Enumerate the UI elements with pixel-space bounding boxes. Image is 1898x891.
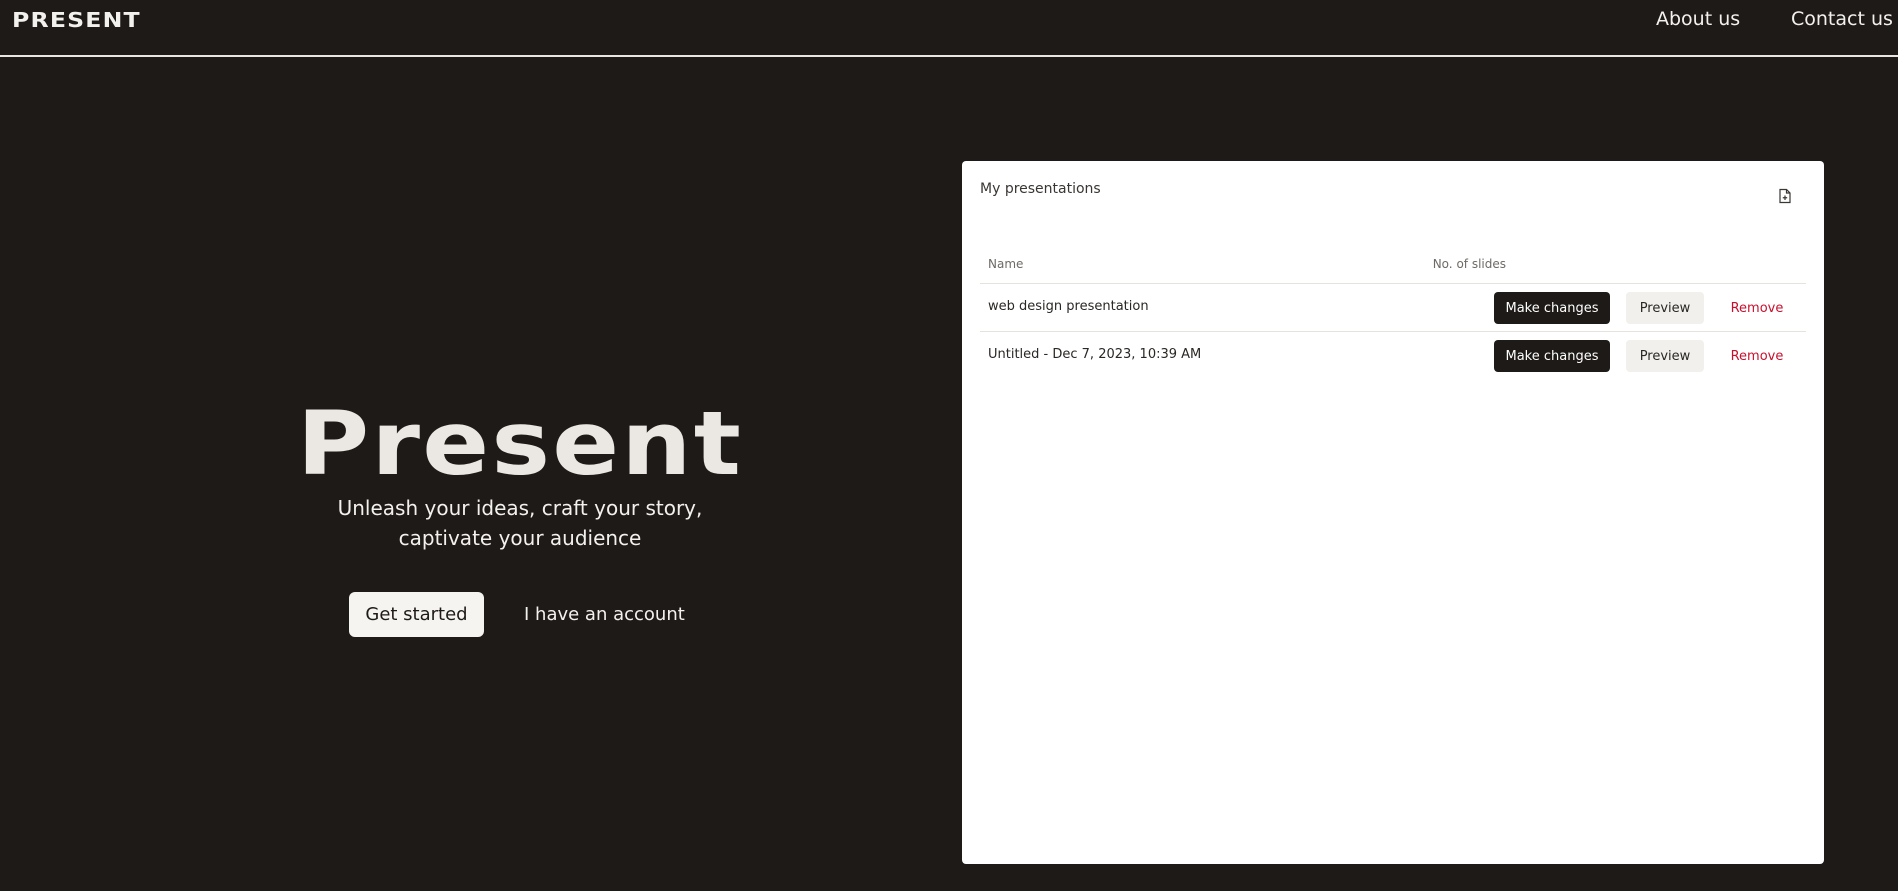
remove-button[interactable]: Remove (1722, 292, 1792, 324)
table-row: Untitled - Dec 7, 2023, 10:39 AM 0 Make … (980, 332, 1806, 379)
presentation-name: web design presentation (988, 299, 1149, 314)
remove-button[interactable]: Remove (1722, 340, 1792, 372)
have-account-link[interactable]: I have an account (524, 592, 685, 637)
panel-title: My presentations (980, 181, 1101, 197)
make-changes-button[interactable]: Make changes (1494, 340, 1610, 372)
nav-contact-link[interactable]: Contact us (1791, 8, 1893, 30)
presentation-name: Untitled - Dec 7, 2023, 10:39 AM (988, 347, 1202, 362)
hero-subtitle: Unleash your ideas, craft your story, ca… (320, 493, 720, 553)
get-started-button[interactable]: Get started (349, 592, 484, 637)
hero-subtitle-line2: captivate your audience (398, 526, 642, 550)
hero-subtitle-line1: Unleash your ideas, craft your story, (337, 496, 703, 520)
presentations-panel: My presentations Name No. of slides web … (962, 161, 1824, 864)
preview-button[interactable]: Preview (1626, 292, 1704, 324)
slide-count: 0 (1296, 299, 1506, 314)
column-header-slides: No. of slides (1432, 257, 1506, 271)
nav-about-link[interactable]: About us (1656, 8, 1740, 30)
new-presentation-icon[interactable] (1778, 188, 1792, 204)
logo[interactable]: PRESENT (12, 8, 141, 32)
hero-title: Present (296, 392, 744, 495)
table-row: web design presentation 0 Make changes P… (980, 284, 1806, 331)
slide-count: 0 (1296, 347, 1506, 362)
top-nav-bar: PRESENT About us Contact us (0, 0, 1898, 57)
make-changes-button[interactable]: Make changes (1494, 292, 1610, 324)
preview-button[interactable]: Preview (1626, 340, 1704, 372)
column-header-name: Name (988, 257, 1024, 271)
